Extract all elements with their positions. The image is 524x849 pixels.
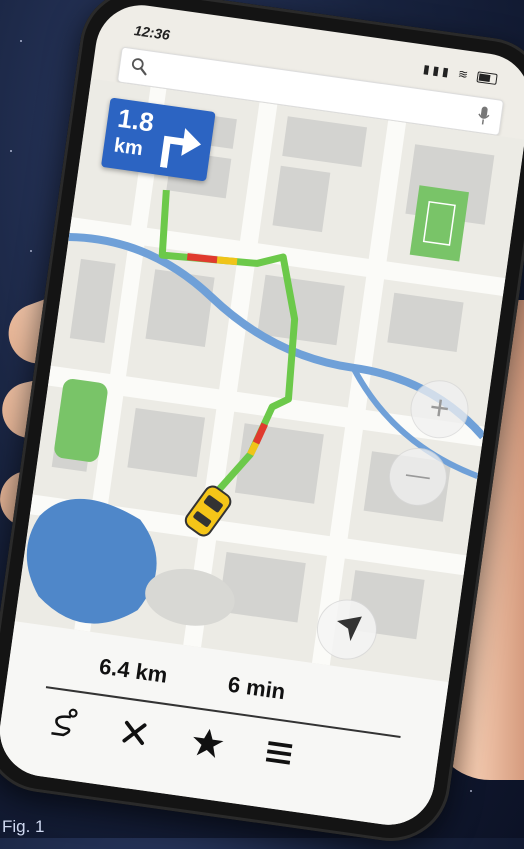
turn-right-arrow-icon [159,128,202,168]
close-icon [122,720,147,745]
menu-icon [265,741,293,765]
menu-button[interactable] [254,728,304,778]
signal-icon: ▮▮▮ [422,61,453,80]
next-turn-unit: km [112,134,145,161]
phone-screen: 12:36 ▮▮▮ ≋ 1.8 km + — 6.4 km 6 min [0,0,524,831]
next-turn-card: 1.8 km [100,97,216,182]
status-icons: ▮▮▮ ≋ [422,62,498,86]
cancel-route-button[interactable] [110,708,160,758]
trip-time: 6 min [226,671,287,705]
star-icon [193,728,224,758]
next-turn-distance: 1.8 [115,102,156,138]
search-icon [131,58,147,76]
favorites-button[interactable] [183,718,233,768]
status-time: 12:36 [133,22,171,43]
phone: 12:36 ▮▮▮ ≋ 1.8 km + — 6.4 km 6 min [0,0,524,849]
wifi-icon: ≋ [457,66,472,83]
microphone-icon[interactable] [475,105,492,127]
route-button[interactable] [38,698,88,748]
recenter-button[interactable] [313,595,381,664]
map-canvas[interactable] [14,78,524,683]
trip-distance: 6.4 km [97,653,170,688]
navigation-arrow-icon [337,616,362,642]
figure-caption: Fig. 1 [2,817,45,836]
map-view[interactable] [14,78,524,683]
battery-icon [476,71,498,86]
route-icon [51,708,78,737]
